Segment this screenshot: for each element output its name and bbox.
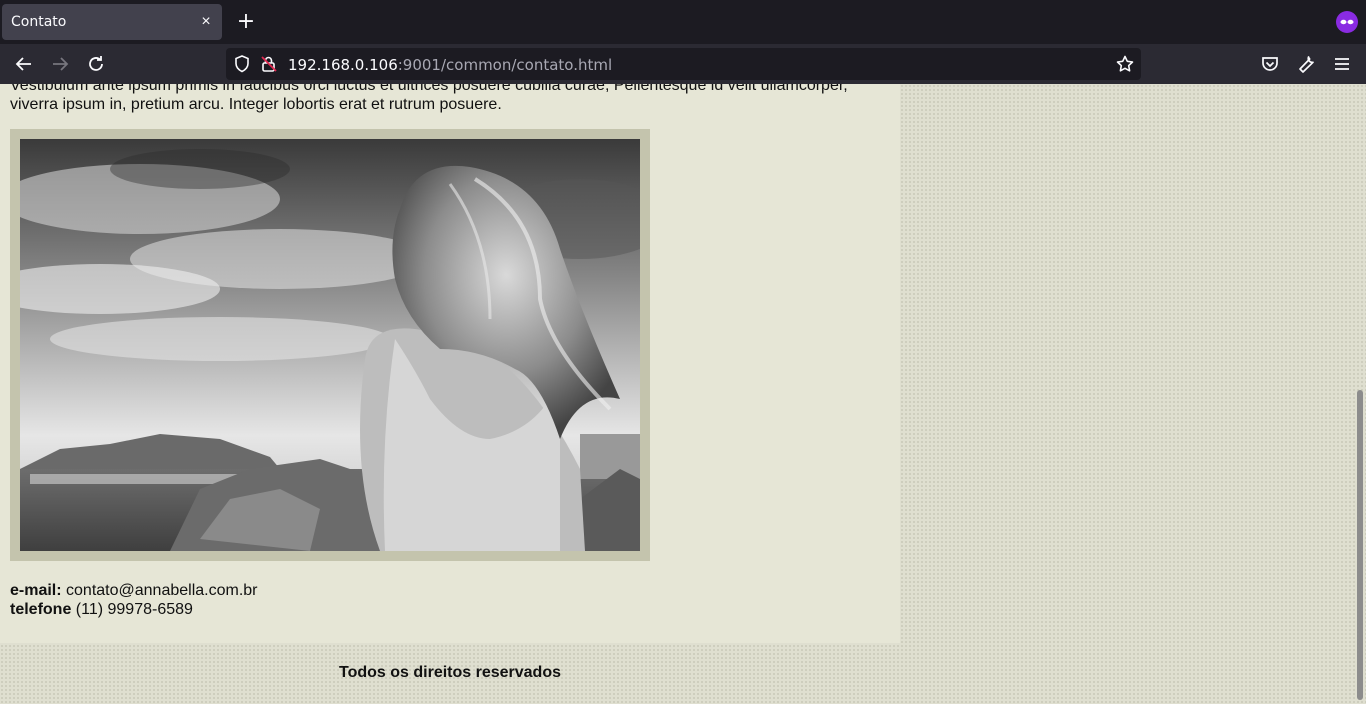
phone-label: telefone bbox=[10, 601, 72, 618]
new-tab-button[interactable]: + bbox=[234, 10, 258, 34]
url-bar[interactable]: 192.168.0.106:9001/common/contato.html bbox=[226, 48, 1141, 80]
phone-value: (11) 99978-6589 bbox=[75, 601, 193, 618]
content-panel: Vestibulum ante ipsum primis in faucibus… bbox=[0, 84, 900, 643]
back-arrow-icon[interactable] bbox=[12, 52, 36, 76]
contact-info: e-mail: contato@annabella.com.br telefon… bbox=[10, 581, 258, 619]
intro-line-2: viverra ipsum in, pretium arcu. Integer … bbox=[10, 96, 502, 113]
email-label: e-mail: bbox=[10, 582, 62, 599]
forward-arrow-icon[interactable] bbox=[48, 52, 72, 76]
phone-row: telefone (11) 99978-6589 bbox=[10, 600, 258, 619]
hamburger-menu-icon[interactable] bbox=[1330, 52, 1354, 76]
scrollbar-thumb[interactable] bbox=[1357, 390, 1363, 700]
close-icon[interactable]: × bbox=[196, 12, 216, 32]
pocket-icon[interactable] bbox=[1258, 52, 1282, 76]
page-viewport: Vestibulum ante ipsum primis in faucibus… bbox=[0, 84, 1366, 704]
email-row: e-mail: contato@annabella.com.br bbox=[10, 581, 258, 600]
tab-bar: Contato × + bbox=[0, 0, 1366, 44]
url-host: 192.168.0.106 bbox=[288, 56, 398, 74]
navigation-bar: 192.168.0.106:9001/common/contato.html bbox=[0, 44, 1366, 84]
bookmark-star-icon[interactable] bbox=[1115, 54, 1135, 74]
tab-title: Contato bbox=[11, 14, 67, 30]
photo-frame bbox=[10, 129, 650, 561]
reload-icon[interactable] bbox=[84, 52, 108, 76]
tab-contato[interactable]: Contato × bbox=[2, 4, 222, 40]
email-value: contato@annabella.com.br bbox=[66, 582, 258, 599]
intro-text: Vestibulum ante ipsum primis in faucibus… bbox=[10, 84, 890, 114]
url-text[interactable]: 192.168.0.106:9001/common/contato.html bbox=[288, 56, 612, 74]
scrollbar[interactable] bbox=[1352, 84, 1366, 704]
private-browsing-icon bbox=[1336, 11, 1358, 33]
intro-line-1: Vestibulum ante ipsum primis in faucibus… bbox=[10, 84, 848, 94]
footer-text: Todos os direitos reservados bbox=[339, 664, 561, 681]
shield-icon[interactable] bbox=[232, 54, 252, 74]
contact-photo bbox=[20, 139, 640, 551]
wrench-icon[interactable] bbox=[1294, 52, 1318, 76]
url-path: :9001/common/contato.html bbox=[397, 56, 613, 74]
insecure-lock-icon[interactable] bbox=[259, 54, 279, 74]
